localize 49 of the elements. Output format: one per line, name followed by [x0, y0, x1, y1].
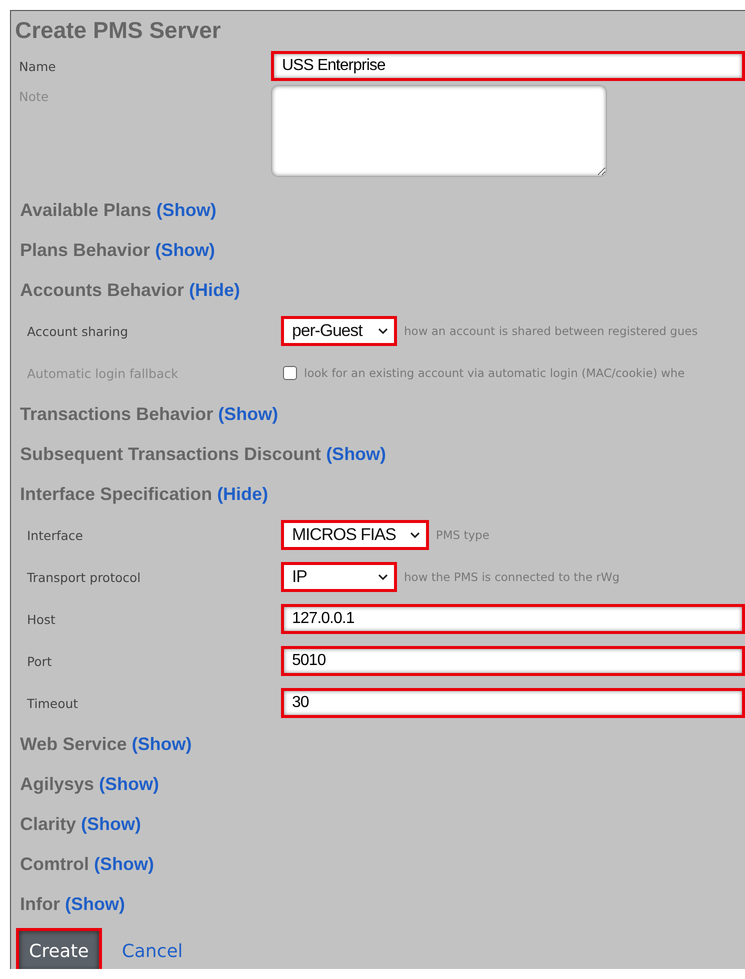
caret-icon [410, 532, 420, 538]
create-button[interactable]: Create [16, 928, 102, 969]
toggle-link[interactable]: (Show) [156, 200, 216, 220]
toggle-link[interactable]: (Show) [65, 894, 125, 914]
section-title: Comtrol [20, 854, 89, 874]
section-title: Web Service [20, 734, 127, 754]
input-field[interactable]: 5010 [281, 646, 745, 676]
field-label: Name [19, 58, 57, 74]
caret-icon [378, 328, 388, 334]
hint-text: how the PMS is connected to the rWg [404, 570, 620, 584]
input-field[interactable]: 127.0.0.1 [281, 604, 745, 634]
section-title: Interface Specification [20, 484, 212, 504]
toggle-link[interactable]: (Show) [218, 404, 278, 424]
section-title: Plans Behavior [20, 240, 150, 260]
dropdown[interactable]: IP [281, 562, 397, 592]
field-label: Port [27, 654, 53, 668]
toggle-link[interactable]: (Show) [132, 734, 192, 754]
field-label: Note [19, 88, 50, 104]
section-title: Subsequent Transactions Discount [20, 444, 322, 464]
field-label: Automatic login fallback [27, 366, 180, 380]
hint-text: PMS type [436, 528, 490, 542]
caret-icon [378, 574, 388, 580]
hint-text: how an account is shared between registered gues [404, 324, 698, 338]
toggle-link[interactable]: (Show) [155, 240, 216, 260]
section-title: Agilysys [20, 774, 94, 794]
toggle-link[interactable]: (Hide) [217, 484, 268, 504]
field-label: Account sharing [27, 324, 130, 338]
field-label: Interface [27, 528, 84, 542]
dropdown[interactable]: per-Guest [281, 316, 397, 346]
field-label: Host [27, 612, 56, 626]
form-title: Create PMS Server [15, 17, 222, 45]
toggle-link[interactable]: (Show) [81, 814, 142, 834]
input-field[interactable]: USS Enterprise [271, 51, 745, 81]
toggle-link[interactable]: (Show) [99, 774, 160, 794]
toggle-link[interactable]: (Show) [326, 444, 386, 464]
section-title: Available Plans [20, 200, 152, 220]
section-title: Transactions Behavior [20, 404, 214, 424]
toggle-link[interactable]: (Hide) [189, 280, 240, 300]
hint-text: look for an existing account via automatic login (MAC/cookie) whe [304, 366, 685, 380]
dropdown[interactable]: MICROS FIAS [281, 520, 429, 550]
field-label: Transport protocol [27, 570, 142, 584]
section-title: Clarity [20, 814, 76, 834]
section-title: Accounts Behavior [20, 280, 184, 300]
field-label: Timeout [27, 696, 80, 710]
toggle-link[interactable]: (Show) [94, 854, 154, 874]
cancel-link[interactable]: Cancel [122, 940, 183, 962]
checkbox[interactable] [283, 366, 297, 380]
section-title: Infor [20, 894, 60, 914]
input-field[interactable]: 30 [281, 688, 745, 718]
